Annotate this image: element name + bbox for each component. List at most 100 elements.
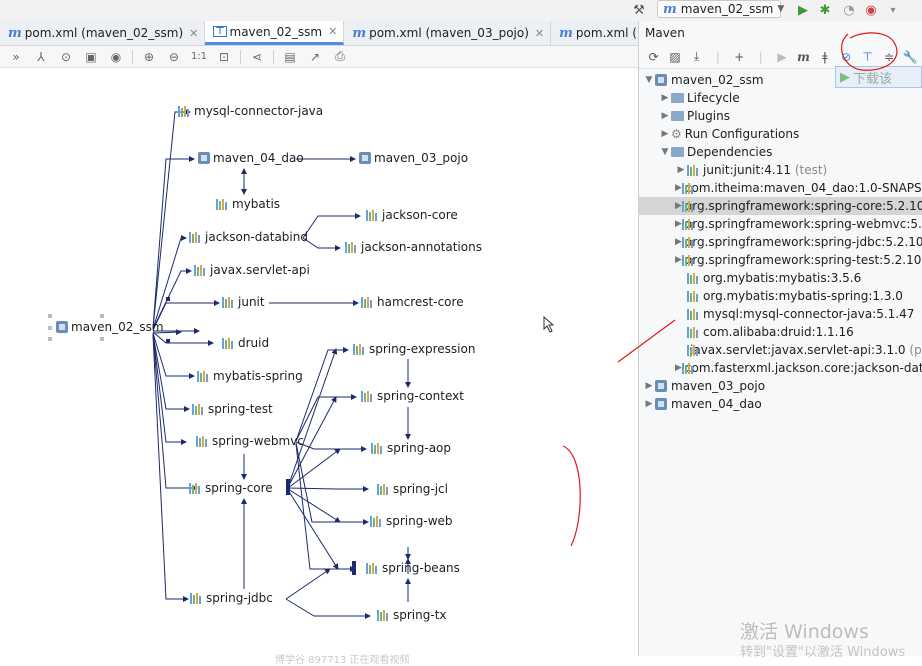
coverage-icon[interactable]: ◔ <box>840 1 858 19</box>
add-icon[interactable]: + <box>731 48 748 66</box>
chevron-right-icon: ▶ <box>675 201 682 211</box>
tree-item-lifecycle[interactable]: ▶ Lifecycle <box>639 89 922 107</box>
show-diagram-icon[interactable]: ⊤ <box>859 48 876 66</box>
diagram-node-spring-context[interactable]: spring-context <box>361 389 464 403</box>
tree-item-dependency[interactable]: ▶ com.itheima:maven_04_dao:1.0-SNAPSHOT <box>639 179 922 197</box>
diagram-node-spring-aop[interactable]: spring-aop <box>371 441 451 455</box>
library-icon <box>366 209 379 221</box>
tree-item-dependency[interactable]: ▶org.springframework:spring-jdbc:5.2.10.… <box>639 233 922 251</box>
close-icon[interactable]: ✕ <box>189 27 198 40</box>
diagram-node-druid[interactable]: druid <box>222 336 269 350</box>
diagram-node-mybatis-spring[interactable]: mybatis-spring <box>197 369 303 383</box>
diagram-node-jackson-databind[interactable]: jackson-databind <box>189 230 308 244</box>
diagram-icon: ⊤ <box>213 26 227 37</box>
module-icon <box>359 152 371 164</box>
profile-icon[interactable]: ◉ <box>862 1 880 19</box>
fit-icon[interactable]: ▣ <box>81 47 101 67</box>
run-config-selector[interactable]: m maven_02_ssm ▼ <box>657 0 785 18</box>
chevron-down-icon: ▼ <box>777 4 785 14</box>
close-icon[interactable]: ✕ <box>535 27 544 40</box>
run-icon[interactable]: ▶ <box>773 48 790 66</box>
diagram-node-javax-servlet-api[interactable]: javax.servlet-api <box>194 263 310 277</box>
tree-item-dependency[interactable]: ▶ junit:junit:4.11 (test) <box>639 161 922 179</box>
tree-item-dependency[interactable]: mysql:mysql-connector-java:5.1.47 <box>639 305 922 323</box>
diagram-node-spring-tx[interactable]: spring-tx <box>377 608 447 622</box>
skip-tests-icon[interactable]: ⊘ <box>838 48 855 66</box>
tree-item-dependency-selected[interactable]: ▶org.springframework:spring-core:5.2.10.… <box>639 197 922 215</box>
tab-pom-maven-02-ssm[interactable]: m pom.xml (maven_02_ssm) ✕ <box>0 21 206 45</box>
diagram-node-jackson-core[interactable]: jackson-core <box>366 208 458 222</box>
diagram-node-root[interactable]: maven_02_ssm <box>56 320 164 334</box>
reimport-folder-icon[interactable]: ▨ <box>666 48 683 66</box>
dependency-diagram[interactable]: maven_02_ssm mysql-connector-java maven_… <box>0 69 638 666</box>
zoom-in-icon[interactable]: ⊕ <box>139 47 159 67</box>
diagram-toolbar: » ⅄ ⊙ ▣ ◉ ⊕ ⊖ 1:1 ⊡ ⋖ ▤ ↗ ⎙ <box>0 46 638 68</box>
module-icon <box>655 380 667 392</box>
tree-item-dependency[interactable]: org.mybatis:mybatis-spring:1.3.0 <box>639 287 922 305</box>
gear-icon: ⚙ <box>671 127 682 141</box>
library-icon <box>687 326 700 338</box>
diagram-node-spring-beans[interactable]: spring-beans <box>366 561 460 575</box>
tree-item-dependency[interactable]: javax.servlet:javax.servlet-api:3.1.0 (p… <box>639 341 922 359</box>
chevron-right-icon: ▶ <box>645 381 653 391</box>
collapse-icon[interactable]: ≑ <box>880 48 897 66</box>
tab-label: pom.xml (maven_02_ssm) <box>24 26 184 40</box>
diagram-node-spring-expression[interactable]: spring-expression <box>353 342 475 356</box>
tree-item-dependency[interactable]: ▶org.springframework:spring-webmvc:5.2.1… <box>639 215 922 233</box>
library-icon <box>687 272 700 284</box>
diagram-node-maven-04-dao[interactable]: maven_04_dao <box>198 151 304 165</box>
eye-icon[interactable]: ◉ <box>106 47 126 67</box>
diagram-node-junit[interactable]: junit <box>222 295 265 309</box>
tree-item-dependency[interactable]: ▶com.fasterxml.jackson.core:jackson-data… <box>639 359 922 377</box>
close-icon[interactable]: ✕ <box>328 25 337 38</box>
expand-icon[interactable]: » <box>6 47 26 67</box>
tab-diagram-maven-02-ssm[interactable]: ⊤ maven_02_ssm ✕ <box>205 21 345 45</box>
find-icon[interactable]: ⊙ <box>56 47 76 67</box>
tab-pom-maven-03-pojo[interactable]: m pom.xml (maven_03_pojo) ✕ <box>344 21 552 45</box>
library-icon <box>366 562 379 574</box>
export-icon[interactable]: ↗ <box>305 47 325 67</box>
diagram-node-jackson-annotations[interactable]: jackson-annotations <box>345 240 482 254</box>
diagram-node-spring-core[interactable]: spring-core <box>189 481 273 495</box>
hammer-icon[interactable]: ⚒ <box>630 1 648 19</box>
run-icon[interactable]: ▶ <box>794 1 812 19</box>
tree-item-project[interactable]: ▶ maven_03_pojo <box>639 377 922 395</box>
settings-icon[interactable]: 🔧 <box>902 48 919 66</box>
run-config-label: maven_02_ssm <box>680 2 774 16</box>
diagram-node-mysql-connector-java[interactable]: mysql-connector-java <box>178 104 323 118</box>
diagram-node-spring-web[interactable]: spring-web <box>370 514 453 528</box>
diagram-node-spring-jcl[interactable]: spring-jcl <box>377 482 448 496</box>
zoom-out-icon[interactable]: ⊖ <box>164 47 184 67</box>
diagram-node-spring-jdbc[interactable]: spring-jdbc <box>190 591 273 605</box>
diagram-node-spring-test[interactable]: spring-test <box>192 402 273 416</box>
tree-item-dependency[interactable]: ▶org.springframework:spring-test:5.2.10.… <box>639 251 922 269</box>
diagram-node-mybatis[interactable]: mybatis <box>216 197 280 211</box>
maven-tree: ▼ maven_02_ssm ▶ Lifecycle ▶ Plugins ▶ ⚙ Run … <box>639 71 922 413</box>
tab-label: pom.xml (maven_03_pojo) <box>369 26 529 40</box>
library-icon <box>370 515 383 527</box>
fit-content-icon[interactable]: ⊡ <box>214 47 234 67</box>
run-dropdown-icon[interactable]: ▾ <box>884 1 902 19</box>
toggle-offline-icon[interactable]: ǂ <box>816 48 833 66</box>
editor-tabs: m pom.xml (maven_02_ssm) ✕ ⊤ maven_02_ss… <box>0 21 699 46</box>
tree-item-dependency[interactable]: com.alibaba:druid:1.1.16 <box>639 323 922 341</box>
diagram-node-hamcrest-core[interactable]: hamcrest-core <box>361 295 464 309</box>
maven-tool-window: Maven ⟳ ▨ ⤓ | + | ▶ m ǂ ⊘ ⊤ ≑ 🔧 ▼ maven_0… <box>638 21 922 656</box>
windows-activation-watermark: 激活 Windows <box>740 621 869 643</box>
download-icon[interactable]: ⤓ <box>688 48 705 66</box>
execute-goal-icon[interactable]: m <box>795 48 812 66</box>
print-icon[interactable]: ⎙ <box>330 47 350 67</box>
tree-item-project[interactable]: ▶ maven_04_dao <box>639 395 922 413</box>
reload-icon[interactable]: ⟳ <box>645 48 662 66</box>
diagram-node-spring-webmvc[interactable]: spring-webmvc <box>196 434 304 448</box>
diagram-node-maven-03-pojo[interactable]: maven_03_pojo <box>359 151 468 165</box>
tree-item-dependencies[interactable]: ▼ Dependencies <box>639 143 922 161</box>
tree-item-run-configurations[interactable]: ▶ ⚙ Run Configurations <box>639 125 922 143</box>
save-icon[interactable]: ▤ <box>280 47 300 67</box>
share-icon[interactable]: ⋖ <box>247 47 267 67</box>
debug-icon[interactable]: ✱ <box>816 1 834 19</box>
tree-item-dependency[interactable]: org.mybatis:mybatis:3.5.6 <box>639 269 922 287</box>
actual-size-icon[interactable]: 1:1 <box>189 47 209 67</box>
tree-item-plugins[interactable]: ▶ Plugins <box>639 107 922 125</box>
layout-icon[interactable]: ⅄ <box>31 47 51 67</box>
